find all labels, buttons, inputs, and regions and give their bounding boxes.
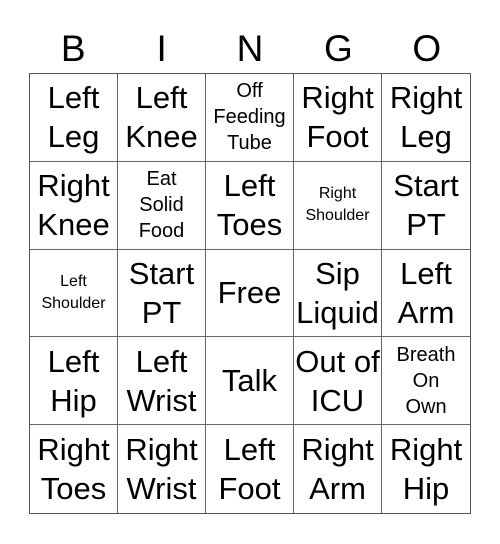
header-letter-i: I: [156, 28, 167, 69]
bingo-cell[interactable]: Left Foot: [206, 425, 294, 513]
bingo-cell[interactable]: Eat Solid Food: [118, 161, 206, 250]
free-space-cell[interactable]: Free: [206, 249, 294, 338]
bingo-cell[interactable]: Left Shoulder: [30, 249, 118, 338]
bingo-cell[interactable]: Start PT: [118, 249, 206, 338]
bingo-cell[interactable]: Right Wrist: [118, 425, 206, 513]
bingo-cell[interactable]: Right Arm: [294, 425, 382, 513]
bingo-cell[interactable]: Talk: [206, 337, 294, 426]
header-letter-n: N: [236, 28, 264, 69]
bingo-header: B I N G O: [29, 26, 471, 72]
bingo-cell[interactable]: Left Wrist: [118, 337, 206, 426]
bingo-cell[interactable]: Off Feeding Tube: [206, 74, 294, 162]
bingo-cell[interactable]: Left Hip: [30, 337, 118, 426]
bingo-cell[interactable]: Right Hip: [382, 425, 470, 513]
bingo-cell[interactable]: Right Toes: [30, 425, 118, 513]
bingo-cell[interactable]: Left Knee: [118, 74, 206, 162]
bingo-grid: Left Leg Left Knee Off Feeding Tube Right F…: [29, 73, 471, 514]
bingo-cell[interactable]: Sip Liquid: [294, 249, 382, 338]
header-letter-b: B: [60, 28, 86, 69]
header-letter-o: O: [412, 28, 442, 69]
bingo-cell[interactable]: Right Leg: [382, 74, 470, 162]
bingo-cell[interactable]: Start PT: [382, 162, 470, 250]
bingo-cell[interactable]: Right Foot: [294, 74, 382, 162]
bingo-cell[interactable]: Left Leg: [30, 74, 118, 162]
bingo-cell[interactable]: Right Shoulder: [294, 161, 382, 250]
bingo-cell[interactable]: Left Arm: [382, 250, 470, 338]
header-letter-g: G: [323, 28, 353, 69]
bingo-cell[interactable]: Out of ICU: [294, 337, 382, 426]
bingo-cell[interactable]: Breath On Own: [382, 337, 470, 426]
bingo-cell[interactable]: Left Toes: [206, 161, 294, 250]
bingo-cell[interactable]: Right Knee: [30, 161, 118, 250]
